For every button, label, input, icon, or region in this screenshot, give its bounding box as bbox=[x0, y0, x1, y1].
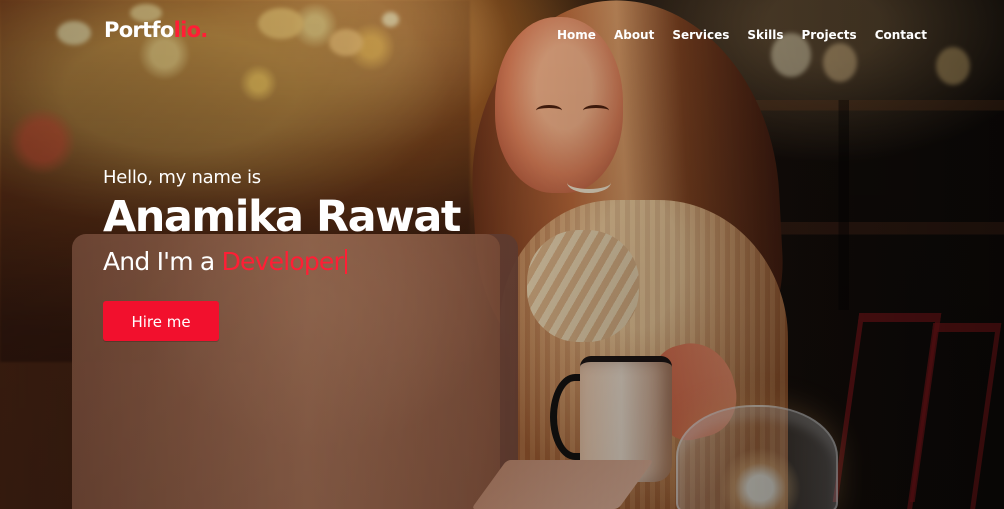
hero-name-title: Anamika Rawat bbox=[103, 192, 461, 242]
logo-accent-text: lio. bbox=[173, 18, 209, 42]
typing-cursor-icon bbox=[344, 249, 347, 274]
nav-item-contact: Contact bbox=[875, 24, 927, 44]
role-typed-text: Developer bbox=[221, 247, 344, 276]
nav-link-home[interactable]: Home bbox=[557, 28, 596, 42]
hero-section: Portfolio. Home About Services Skills Pr… bbox=[0, 0, 1004, 509]
hero-copy: Hello, my name is Anamika Rawat And I'm … bbox=[103, 166, 461, 278]
nav-link-projects[interactable]: Projects bbox=[801, 28, 856, 42]
nav-link-about[interactable]: About bbox=[614, 28, 654, 42]
role-prefix-text: And I'm a bbox=[103, 247, 215, 276]
hero-role-line: And I'm a Developer bbox=[103, 246, 460, 278]
nav-link-contact[interactable]: Contact bbox=[875, 28, 927, 42]
logo-main-text: Portfo bbox=[104, 18, 174, 42]
hero-intro-text: Hello, my name is bbox=[103, 167, 261, 188]
portfolio-logo[interactable]: Portfolio. bbox=[104, 20, 208, 41]
nav-item-home: Home bbox=[557, 24, 596, 44]
hire-me-button[interactable]: Hire me bbox=[103, 301, 219, 341]
nav-menu: Home About Services Skills Projects Cont… bbox=[557, 24, 927, 44]
top-navigation: Portfolio. Home About Services Skills Pr… bbox=[0, 0, 1004, 68]
nav-item-projects: Projects bbox=[801, 24, 856, 44]
nav-item-skills: Skills bbox=[747, 24, 783, 44]
nav-link-skills[interactable]: Skills bbox=[747, 28, 783, 42]
nav-link-services[interactable]: Services bbox=[672, 28, 729, 42]
nav-item-services: Services bbox=[672, 24, 729, 44]
nav-item-about: About bbox=[614, 24, 654, 44]
